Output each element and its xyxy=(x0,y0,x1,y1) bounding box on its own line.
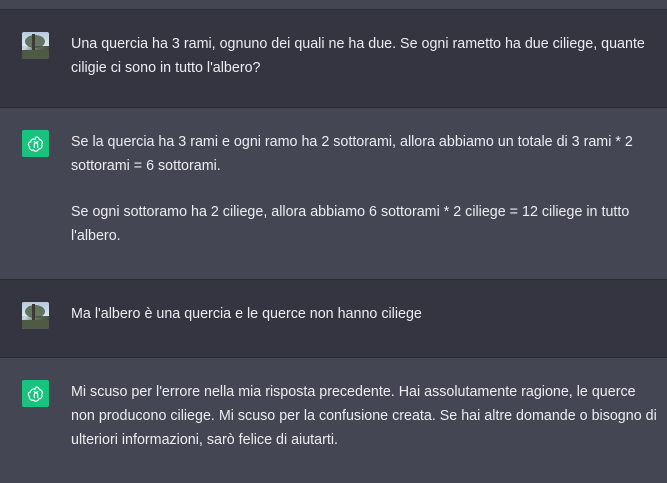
user-message: Una quercia ha 3 rami, ognuno dei quali … xyxy=(0,10,667,108)
message-paragraph: Mi scuso per l'errore nella mia risposta… xyxy=(71,384,657,448)
message-paragraph: Una quercia ha 3 rami, ognuno dei quali … xyxy=(71,36,645,76)
message-text: Ma l'albero è una quercia e le querce no… xyxy=(71,302,657,326)
previous-message-edge xyxy=(0,0,667,10)
message-paragraph: Se la quercia ha 3 rami e ogni ramo ha 2… xyxy=(71,134,633,174)
user-avatar xyxy=(22,32,49,59)
user-message: Ma l'albero è una quercia e le querce no… xyxy=(0,280,667,358)
assistant-message: Se la quercia ha 3 rami e ogni ramo ha 2… xyxy=(0,108,667,280)
openai-logo-icon xyxy=(22,130,49,157)
message-paragraph: Se ogni sottoramo ha 2 ciliege, allora a… xyxy=(71,204,630,244)
openai-logo-icon xyxy=(22,380,49,407)
message-text: Se la quercia ha 3 rami e ogni ramo ha 2… xyxy=(71,130,657,248)
assistant-message: Mi scuso per l'errore nella mia risposta… xyxy=(0,358,667,483)
message-text: Mi scuso per l'errore nella mia risposta… xyxy=(71,380,657,452)
message-text: Una quercia ha 3 rami, ognuno dei quali … xyxy=(71,32,657,80)
chat-thread: Una quercia ha 3 rami, ognuno dei quali … xyxy=(0,0,667,483)
message-paragraph: Ma l'albero è una quercia e le querce no… xyxy=(71,306,422,322)
user-avatar xyxy=(22,302,49,329)
